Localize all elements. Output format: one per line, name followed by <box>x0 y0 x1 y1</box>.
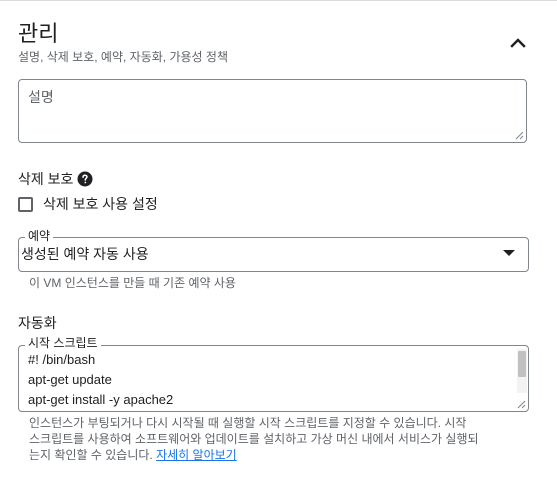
deletion-protection-heading: 삭제 보호 <box>18 171 74 187</box>
learn-more-link[interactable]: 자세히 알아보기 <box>156 448 237 462</box>
description-textarea[interactable] <box>18 79 527 143</box>
startup-script-help-line: 인스턴스가 부팅되거나 다시 시작될 때 실행할 시작 스크립트를 지정할 수 … <box>29 416 467 430</box>
deletion-protection-checkbox-label[interactable]: 삭제 보호 사용 설정 <box>43 195 158 213</box>
section-subtitle: 설명, 삭제 보호, 예약, 자동화, 가용성 정책 <box>18 50 228 64</box>
automation-heading: 자동화 <box>18 315 57 331</box>
script-scrollbar-thumb[interactable] <box>518 351 526 377</box>
deletion-protection-checkbox[interactable] <box>18 197 33 212</box>
help-circle-icon[interactable] <box>77 171 93 187</box>
resize-handle-icon[interactable] <box>516 399 526 409</box>
section-title: 관리 <box>18 21 59 46</box>
chevron-up-icon[interactable] <box>506 31 530 55</box>
startup-script-help-last-line: 는지 확인할 수 있습니다. 자세히 알아보기 <box>29 447 237 464</box>
reservation-selected-value[interactable]: 생성된 예약 자동 사용 <box>21 245 149 263</box>
script-line: apt-get update <box>28 372 112 387</box>
startup-script-label: 시작 스크립트 <box>25 336 101 350</box>
dropdown-arrow-icon[interactable] <box>503 250 515 256</box>
resize-handle-icon[interactable] <box>514 130 524 140</box>
script-line: #! /bin/bash <box>28 352 96 367</box>
description-placeholder: 설명 <box>28 89 54 105</box>
script-line: apt-get install -y apache2 <box>28 392 174 407</box>
reservation-label: 예약 <box>25 229 54 243</box>
reservation-hint: 이 VM 인스턴스를 만들 때 기존 예약 사용 <box>29 276 236 290</box>
startup-script-help-line: 스크립트를 사용하여 소프트웨어와 업데이트를 설치하고 가상 머신 내에서 서… <box>29 432 479 446</box>
startup-script-help-text: 는지 확인할 수 있습니다. <box>29 448 153 462</box>
section-divider <box>0 0 557 1</box>
